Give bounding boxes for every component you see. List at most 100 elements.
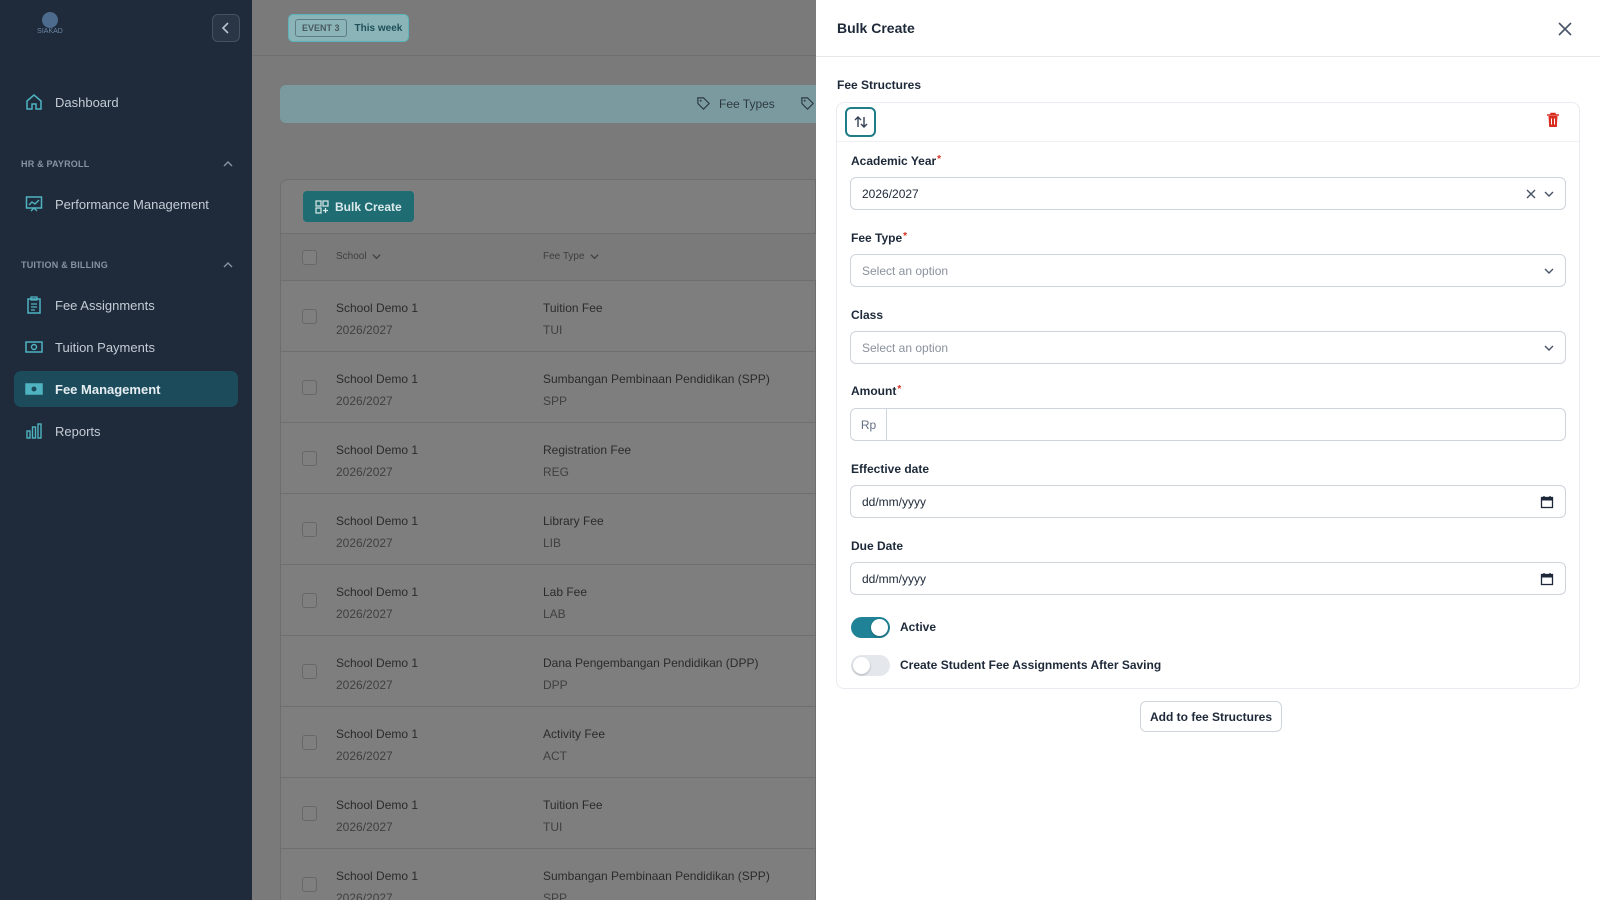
row-checkbox[interactable] — [302, 451, 317, 466]
cell-fee-code: LIB — [543, 536, 562, 550]
table-row[interactable]: School Demo 1 2026/2027 Lab Fee LAB — [281, 565, 817, 636]
main-content: EVENT 3 This week Fee Types Bulk Create … — [252, 0, 817, 900]
label-text: Class — [851, 308, 884, 322]
class-label: Class — [851, 308, 883, 322]
cell-fee-type: Tuition Fee — [543, 798, 603, 812]
chevron-up-icon — [223, 161, 233, 167]
cell-year: 2026/2027 — [336, 749, 393, 763]
delete-structure-button[interactable] — [1546, 112, 1564, 132]
cell-school: School Demo 1 — [336, 372, 419, 386]
bulk-create-label: Bulk Create — [335, 199, 402, 214]
class-select[interactable]: Select an option — [850, 331, 1566, 364]
table-row[interactable]: School Demo 1 2026/2027 Activity Fee ACT — [281, 707, 817, 778]
create-assignments-toggle[interactable] — [851, 655, 890, 676]
row-checkbox[interactable] — [302, 309, 317, 324]
table-row[interactable]: School Demo 1 2026/2027 Registration Fee… — [281, 423, 817, 494]
column-school[interactable]: School — [336, 251, 381, 262]
calendar-icon[interactable] — [1540, 572, 1554, 586]
label-text: Due Date — [851, 539, 904, 553]
collapse-sidebar-button[interactable] — [212, 14, 240, 42]
section-tuition-billing[interactable]: TUITION & BILLING — [21, 260, 233, 270]
sidebar-item-label: Tuition Payments — [55, 339, 155, 355]
clear-icon[interactable] — [1525, 188, 1537, 200]
section-hr-payroll[interactable]: HR & PAYROLL — [21, 159, 233, 169]
table-row[interactable]: School Demo 1 2026/2027 Sumbangan Pembin… — [281, 849, 817, 900]
cell-fee-code: LAB — [543, 607, 566, 621]
section-title: HR & PAYROLL — [21, 159, 90, 169]
row-checkbox[interactable] — [302, 593, 317, 608]
sidebar-item-fee-management[interactable]: Fee Management — [14, 371, 238, 407]
create-assignments-label: Create Student Fee Assignments After Sav… — [900, 658, 1162, 672]
row-checkbox[interactable] — [302, 735, 317, 750]
fee-type-select[interactable]: Select an option — [850, 254, 1566, 287]
app-logo[interactable]: SIAKAD — [32, 12, 68, 40]
cell-year: 2026/2027 — [336, 465, 393, 479]
sidebar-item-performance[interactable]: Performance Management — [14, 186, 238, 222]
close-icon — [1558, 22, 1572, 36]
cell-fee-type: Registration Fee — [543, 443, 632, 457]
cell-school: School Demo 1 — [336, 869, 419, 883]
cell-school: School Demo 1 — [336, 514, 419, 528]
column-label: Fee Type — [543, 251, 585, 262]
calendar-icon[interactable] — [1540, 495, 1554, 509]
cell-fee-code: TUI — [543, 820, 563, 834]
chevron-down-icon — [1544, 345, 1554, 351]
event-filter-chip[interactable]: EVENT 3 This week — [288, 14, 410, 42]
add-to-fee-structures-button[interactable]: Add to fee Structures — [1140, 701, 1283, 732]
table-row[interactable]: School Demo 1 2026/2027 Tuition Fee TUI — [281, 778, 817, 849]
sidebar-item-dashboard[interactable]: Dashboard — [14, 84, 238, 120]
toggle-knob — [871, 619, 888, 636]
cell-fee-type: Dana Pengembangan Pendidikan (DPP) — [543, 656, 759, 670]
effective-date-label: Effective date — [851, 462, 929, 476]
active-toggle-label: Active — [900, 620, 937, 634]
fee-type-label: Fee Type* — [851, 231, 907, 245]
toggle-knob — [853, 657, 870, 674]
section-title: TUITION & BILLING — [21, 260, 108, 270]
effective-date-input[interactable]: dd/mm/yyyy — [850, 485, 1566, 518]
due-date-label: Due Date — [851, 539, 903, 553]
chevron-down-icon — [1544, 268, 1554, 274]
sidebar-item-label: Reports — [55, 423, 101, 439]
due-date-input[interactable]: dd/mm/yyyy — [850, 562, 1566, 595]
table-row[interactable]: School Demo 1 2026/2027 Library Fee LIB — [281, 494, 817, 565]
card-toolbar — [837, 103, 1579, 142]
sidebar-item-label: Dashboard — [55, 94, 119, 110]
amount-input[interactable]: Rp — [850, 408, 1566, 441]
row-checkbox[interactable] — [302, 877, 317, 892]
cell-fee-code: DPP — [543, 678, 568, 692]
cell-fee-type: Lab Fee — [543, 585, 588, 599]
cell-fee-code: ACT — [543, 749, 567, 763]
sidebar-item-fee-assignments[interactable]: Fee Assignments — [14, 287, 238, 323]
sidebar-item-reports[interactable]: Reports — [14, 413, 238, 449]
row-checkbox[interactable] — [302, 522, 317, 537]
row-checkbox[interactable] — [302, 806, 317, 821]
reorder-button[interactable] — [845, 107, 876, 137]
table-row[interactable]: School Demo 1 2026/2027 Tuition Fee TUI — [281, 281, 817, 352]
placeholder-text: Select an option — [862, 340, 949, 355]
sort-arrows-icon — [854, 116, 867, 128]
banknote-icon — [25, 341, 43, 353]
required-mark: * — [903, 231, 908, 242]
amount-label: Amount* — [851, 384, 901, 398]
select-all-checkbox[interactable] — [302, 250, 317, 265]
required-mark: * — [897, 384, 902, 395]
academic-year-select[interactable]: 2026/2027 — [850, 177, 1566, 210]
tab-fee-types[interactable]: Fee Types — [696, 96, 775, 111]
row-checkbox[interactable] — [302, 664, 317, 679]
selected-value: 2026/2027 — [862, 186, 919, 201]
fee-structure-card: Academic Year* 2026/2027 Fee Type* Selec… — [836, 102, 1580, 689]
table-row[interactable]: School Demo 1 2026/2027 Sumbangan Pembin… — [281, 352, 817, 423]
globe-icon — [42, 12, 58, 28]
row-checkbox[interactable] — [302, 380, 317, 395]
close-drawer-button[interactable] — [1555, 19, 1575, 39]
chart-board-icon — [25, 196, 43, 212]
sidebar-item-tuition-payments[interactable]: Tuition Payments — [14, 329, 238, 365]
table-row[interactable]: School Demo 1 2026/2027 Dana Pengembanga… — [281, 636, 817, 707]
chevron-up-icon — [223, 262, 233, 268]
column-label: School — [336, 251, 367, 262]
cell-year: 2026/2027 — [336, 323, 393, 337]
column-fee-type[interactable]: Fee Type — [543, 251, 599, 262]
active-toggle[interactable] — [851, 617, 890, 638]
label-text: Effective date — [851, 462, 930, 476]
bulk-create-button[interactable]: Bulk Create — [303, 191, 414, 222]
